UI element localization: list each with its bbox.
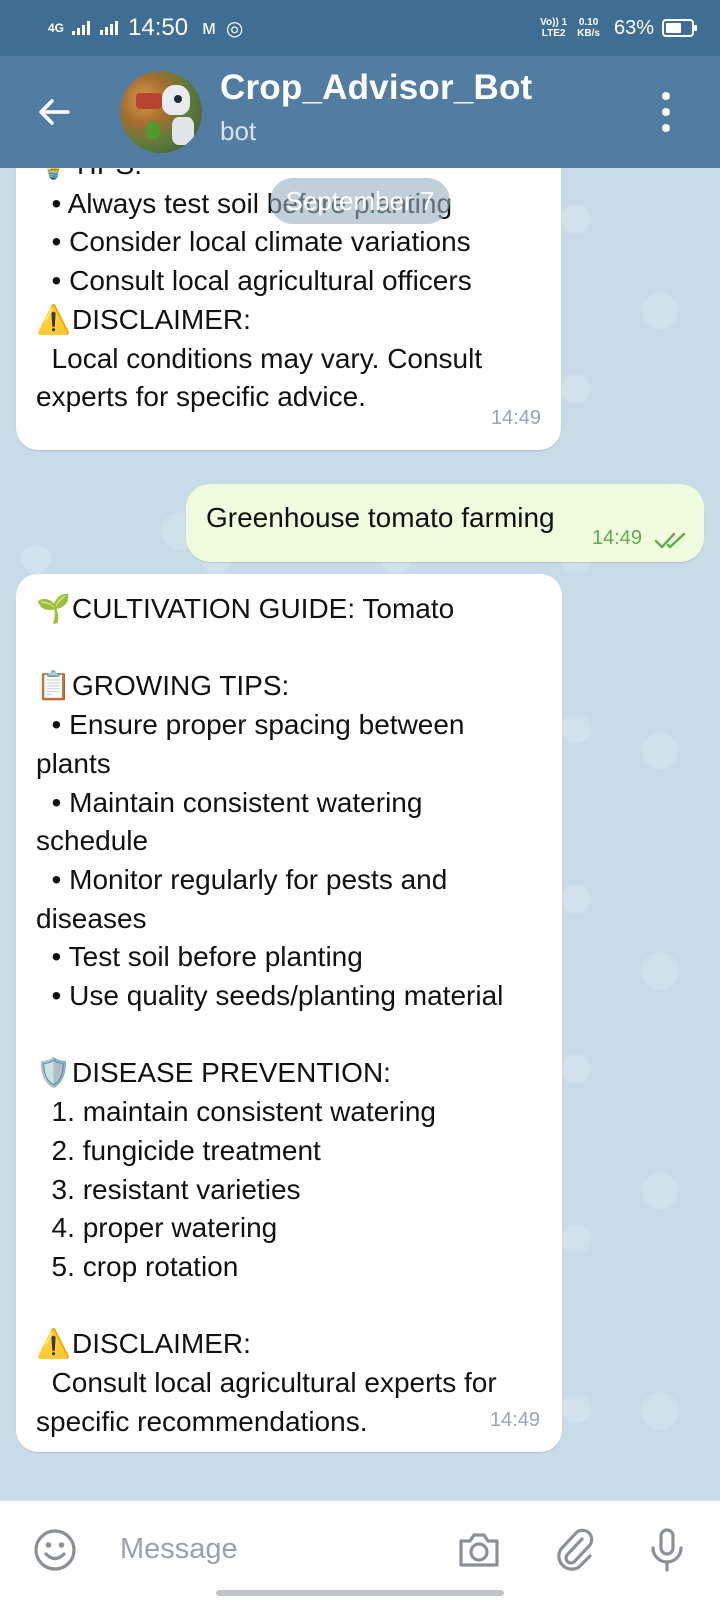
message-line: • Test soil before planting (36, 941, 363, 973)
camera-icon[interactable] (454, 1525, 504, 1575)
lightbulb-icon: 💡 (36, 168, 72, 185)
whatsapp-icon: ◎ (225, 17, 244, 40)
warning-icon: ⚠️ (36, 1328, 71, 1360)
message-text: CULTIVATION GUIDE: Tomato (72, 593, 455, 624)
plant-illustration (146, 121, 160, 139)
message-line: 4. proper watering (36, 1212, 278, 1244)
message-line (36, 1287, 542, 1326)
message-line: 5. crop rotation (36, 1250, 239, 1282)
message-line: 3. resistant varieties (36, 1173, 301, 1205)
robot-body-illustration (172, 117, 194, 145)
message-list[interactable]: 💡TIPS: • Always test soil before plantin… (0, 168, 720, 1500)
message-line: • Consult local agricultural officers (36, 265, 472, 297)
message-text: DISCLAIMER: (72, 303, 251, 335)
battery-icon (662, 19, 697, 37)
seedling-icon: 🌱 (36, 593, 71, 624)
microphone-icon[interactable] (642, 1525, 692, 1575)
battery-fill (666, 23, 682, 33)
message-line: plants (36, 747, 111, 779)
read-checkmarks-icon (654, 532, 686, 549)
attach-icon[interactable] (550, 1525, 600, 1575)
clipboard-icon: 📋 (36, 670, 71, 702)
gmail-icon: ᴍ (202, 16, 216, 39)
message-line: ⚠️DISCLAIMER: (36, 1325, 542, 1364)
volte-bottom: LTE2 (541, 28, 566, 39)
message-line: 1. maintain consistent watering (36, 1096, 436, 1128)
volte-top: Vo)) 1 (540, 17, 568, 28)
message-line: 📋GROWING TIPS: (36, 667, 542, 706)
gesture-nav-bar[interactable] (216, 1590, 504, 1596)
message-time: 14:49 (591, 527, 642, 549)
chat-title[interactable]: Crop_Advisor_Bot (220, 68, 532, 108)
message-text: DISCLAIMER: (72, 1328, 251, 1360)
network-type: 4G (48, 21, 65, 35)
message-line (36, 1016, 542, 1055)
warning-icon: ⚠️ (36, 303, 71, 335)
message-composer (0, 1500, 720, 1600)
tractor-illustration (136, 93, 162, 109)
message-line: 🌱CULTIVATION GUIDE: Tomato (36, 590, 542, 629)
signal-icon-2 (100, 21, 119, 35)
message-line: diseases (36, 902, 147, 934)
more-options-icon[interactable] (660, 92, 672, 132)
message-line: experts for specific advice. (36, 381, 366, 413)
clock: 14:50 (128, 14, 189, 41)
signal-icon (72, 21, 91, 35)
message-line: specific recommendations. (36, 1405, 368, 1437)
message-line: Consult local agricultural experts for (36, 1367, 497, 1399)
speed-value: 0.10 (578, 17, 599, 28)
emoji-icon[interactable] (30, 1525, 80, 1575)
speed-unit: KB/s (577, 28, 600, 39)
message-line: schedule (36, 825, 149, 857)
message-time: 14:49 (489, 1409, 540, 1432)
bot-avatar[interactable] (120, 71, 202, 153)
outgoing-message[interactable]: Greenhouse tomato farming 14:49 (186, 484, 704, 562)
back-arrow-icon[interactable] (32, 90, 76, 134)
chat-header: Crop_Advisor_Bot bot (0, 56, 720, 168)
message-time: 14:49 (490, 407, 541, 430)
chat-subtitle: bot (220, 116, 257, 146)
status-bar: 4G 14:50 ᴍ ◎ Vo)) 1 LTE2 0.10 KB/s 63% (0, 0, 720, 56)
message-line (36, 629, 542, 668)
message-line: • Maintain consistent watering (36, 786, 423, 818)
shield-icon: 🛡️ (36, 1057, 71, 1089)
network-speed: 0.10 KB/s (577, 17, 600, 39)
message-line: ⚠️DISCLAIMER: (36, 301, 541, 340)
message-text: DISEASE PREVENTION: (72, 1057, 391, 1089)
incoming-message[interactable]: 🌱CULTIVATION GUIDE: Tomato 📋GROWING TIPS… (16, 574, 562, 1452)
robot-eye (174, 95, 182, 103)
message-line: • Ensure proper spacing between (36, 709, 465, 741)
message-line: 2. fungicide treatment (36, 1134, 321, 1166)
volte-indicator: Vo)) 1 LTE2 (540, 17, 567, 39)
message-line: • Consider local climate variations (36, 226, 471, 258)
message-text: TIPS: (72, 168, 142, 180)
battery-percent: 63% (613, 16, 654, 39)
message-input[interactable] (120, 1529, 420, 1569)
message-line: 🛡️DISEASE PREVENTION: (36, 1054, 542, 1093)
message-line: Local conditions may vary. Consult (36, 342, 483, 374)
message-text: Greenhouse tomato farming (206, 502, 555, 533)
message-text: GROWING TIPS: (72, 670, 290, 702)
message-line: • Monitor regularly for pests and (36, 863, 448, 895)
message-line: • Use quality seeds/planting material (36, 980, 504, 1012)
date-separator: September 7 (270, 178, 450, 224)
